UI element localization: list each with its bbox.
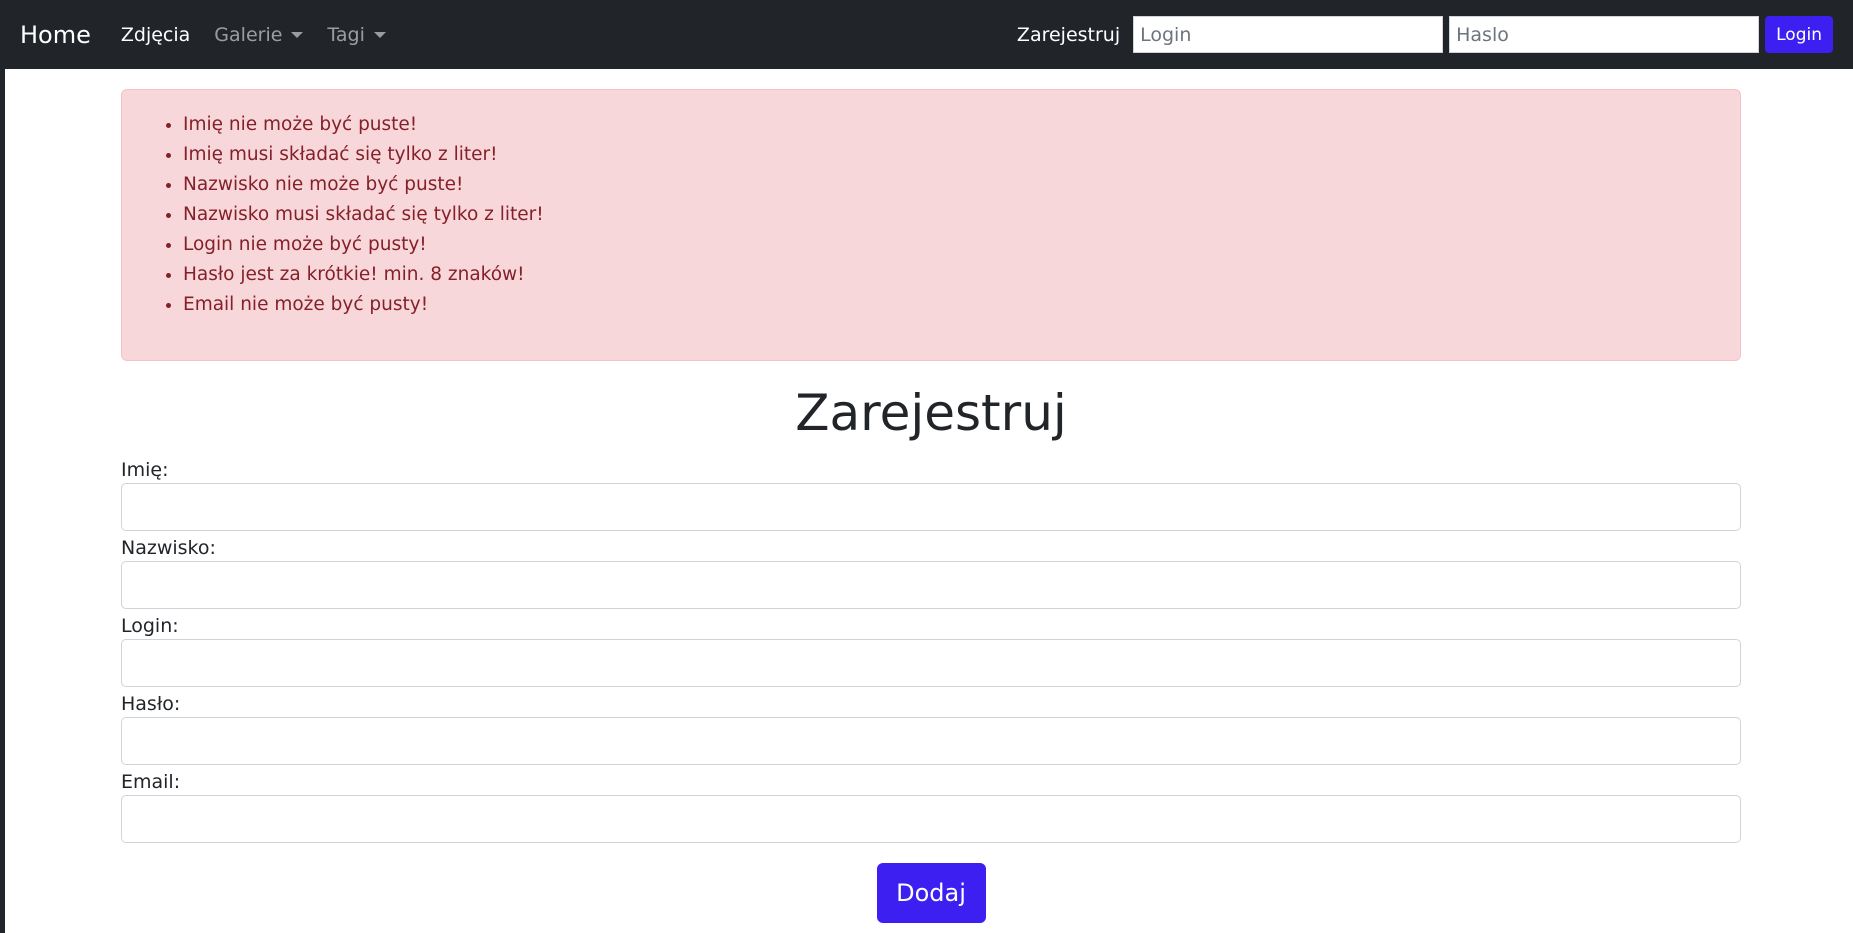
register-form: Imię: Nazwisko: Login: Hasło: Email: Dod…	[121, 457, 1741, 923]
caret-down-icon	[373, 31, 386, 38]
nav-link-zdjecia[interactable]: Zdjęcia	[121, 24, 190, 46]
password-field[interactable]	[121, 717, 1741, 765]
page-title: Zarejestruj	[795, 384, 1067, 442]
top-navbar: Home Zdjęcia Galerie Tagi Zarejestruj Lo…	[0, 0, 1853, 69]
email-label: Email:	[121, 771, 181, 793]
last-name-label: Nazwisko:	[121, 537, 216, 559]
register-link[interactable]: Zarejestruj	[1017, 24, 1120, 46]
error-alert: Imię nie może być puste! Imię musi skład…	[121, 89, 1741, 361]
nav-link-label: Zdjęcia	[120, 23, 191, 46]
error-item: Nazwisko nie może być puste!	[183, 170, 1720, 200]
login-field[interactable]	[121, 639, 1741, 687]
error-item: Login nie może być pusty!	[183, 230, 1720, 260]
first-name-label: Imię:	[121, 459, 169, 481]
login-button[interactable]: Login	[1765, 16, 1833, 53]
first-name-input[interactable]	[121, 483, 1741, 531]
email-field[interactable]	[121, 795, 1741, 843]
last-name-input[interactable]	[121, 561, 1741, 609]
password-label: Hasło:	[121, 693, 181, 715]
error-item: Hasło jest za krótkie! min. 8 znaków!	[183, 260, 1720, 290]
login-label: Login:	[121, 615, 179, 637]
error-item: Nazwisko musi składać się tylko z liter!	[183, 200, 1720, 230]
error-item: Email nie może być pusty!	[183, 290, 1720, 320]
submit-button[interactable]: Dodaj	[876, 863, 986, 923]
submit-container: Dodaj	[121, 863, 1741, 923]
nav-dropdown-galerie[interactable]: Galerie	[214, 23, 304, 46]
error-item: Imię musi składać się tylko z liter!	[183, 140, 1720, 170]
window-edge	[0, 0, 5, 933]
nav-dropdown-tagi[interactable]: Tagi	[327, 23, 386, 46]
main-content: Imię nie może być puste! Imię musi skład…	[121, 89, 1741, 923]
nav-link-label: Tagi	[327, 23, 365, 46]
home-link[interactable]: Home	[20, 21, 91, 49]
password-input[interactable]	[1449, 16, 1760, 53]
login-input[interactable]	[1133, 16, 1444, 53]
error-item: Imię nie może być puste!	[183, 110, 1720, 140]
navbar-login-form: Zarejestruj Login	[1017, 16, 1833, 53]
caret-down-icon	[291, 31, 304, 38]
error-list: Imię nie może być puste! Imię musi skład…	[122, 110, 1720, 320]
nav-link-label: Galerie	[214, 23, 283, 46]
